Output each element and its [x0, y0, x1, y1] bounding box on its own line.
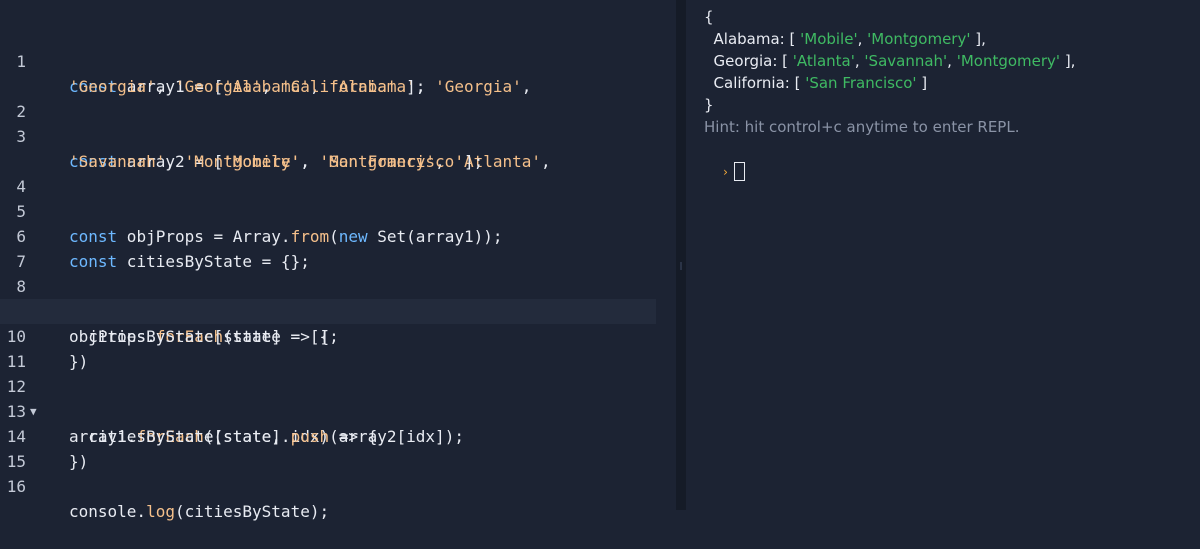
code-line[interactable]: 16 console.log(citiesByState); — [0, 449, 676, 521]
grip-icon — [680, 262, 682, 270]
code-line[interactable]: 7 — [0, 224, 676, 271]
code-line[interactable]: 5 const objProps = Array.from(new Set(ar… — [0, 174, 676, 246]
output-brace-open: { — [704, 8, 714, 26]
prompt-chevron-icon: › — [723, 165, 728, 179]
pane-resize-handle[interactable] — [676, 0, 686, 510]
code-line[interactable]: 1 const array1 = ['Alabama', 'Alabama', … — [0, 24, 676, 96]
code-line[interactable]: 15 — [0, 424, 676, 471]
output-entry: Alabama: [ 'Mobile', 'Montgomery' ], — [704, 30, 986, 48]
code-line[interactable]: 'Georgia', 'Georgia', 'California' ]; — [0, 49, 676, 96]
code-line[interactable]: 'Savannah', 'Montgomery', 'San Francisco… — [0, 124, 676, 171]
code-editor[interactable]: 1 const array1 = ['Alabama', 'Alabama', … — [0, 0, 676, 521]
output-entry: Georgia: [ 'Atlanta', 'Savannah', 'Montg… — [704, 52, 1076, 70]
code-line[interactable]: 2 — [0, 74, 676, 121]
repl-hint: Hint: hit control+c anytime to enter REP… — [704, 118, 1020, 136]
code-line[interactable]: 4 — [0, 149, 676, 196]
output-entry: California: [ 'San Francisco' ] — [704, 74, 928, 92]
terminal-cursor — [733, 162, 745, 181]
code-line[interactable]: 12 ▼ array1.forEach((state, idx) => { — [0, 349, 676, 446]
code-line[interactable]: 13 citiesByState[state].push(array2[idx]… — [0, 374, 676, 446]
console-output[interactable]: { Alabama: [ 'Mobile', 'Montgomery' ], G… — [686, 0, 1200, 510]
code-line[interactable]: 3 const array2 = ['Mobile', 'Montgomery'… — [0, 99, 676, 171]
prompt-line[interactable]: › — [704, 138, 745, 205]
output-brace-close: } — [704, 96, 714, 114]
code-line[interactable]: 9 citiesByState[state] = []; — [0, 274, 676, 346]
code-text: console.log(citiesByState); — [69, 502, 330, 521]
line-number: 16 — [6, 477, 26, 496]
code-line[interactable]: 8 ▼ objProps.forEach(state => { — [0, 249, 676, 346]
code-line[interactable]: 14 }) — [0, 399, 676, 471]
code-line[interactable]: 6 const citiesByState = {}; — [0, 199, 676, 271]
code-line[interactable]: 11 — [0, 324, 676, 371]
code-line-active[interactable]: 10 }) — [0, 299, 656, 371]
